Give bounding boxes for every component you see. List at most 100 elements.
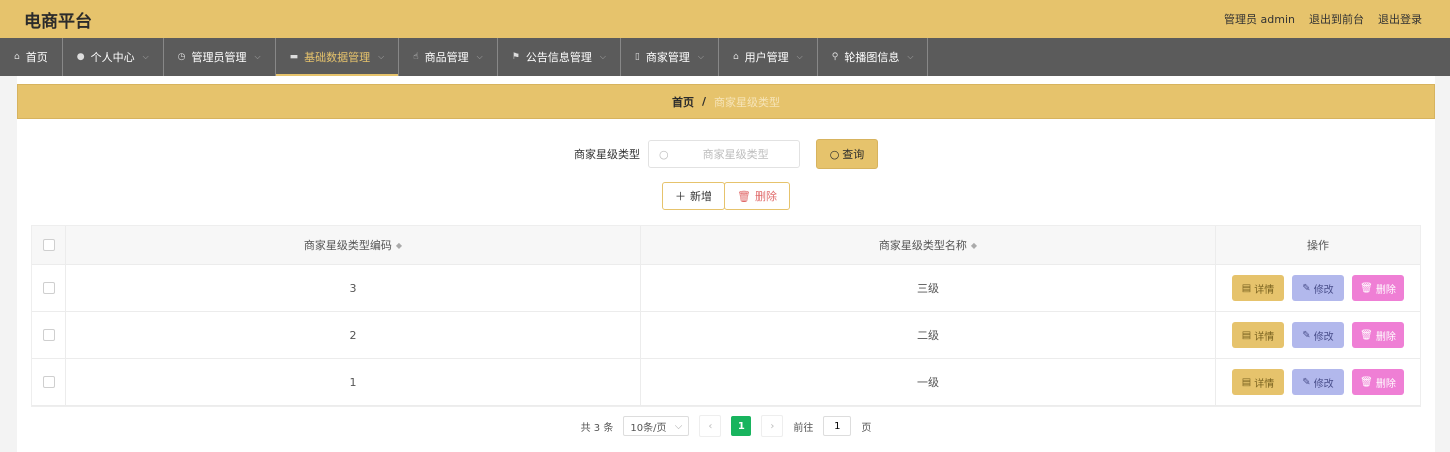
nav-merchant[interactable]: ▯ 商家管理 ⌵: [621, 38, 719, 76]
row-checkbox-cell: [32, 359, 66, 405]
nav-carousel[interactable]: ⚲ 轮播图信息 ⌵: [818, 38, 929, 76]
top-header: 电商平台 管理员 admin 退出到前台 退出登录: [0, 0, 1450, 38]
data-table: 商家星级类型编码 ◆ 商家星级类型名称 ◆ 操作 3 三级 ▤ 详情 ✎ 修改 🗑 删…: [31, 225, 1421, 407]
row-code: 2: [66, 312, 641, 358]
edit-button[interactable]: ✎ 修改: [1292, 322, 1344, 348]
delete-button[interactable]: 🗑 删除: [1352, 275, 1404, 301]
row-code: 1: [66, 359, 641, 405]
nav-base-data[interactable]: ▬ 基础数据管理 ⌵: [275, 38, 400, 76]
exit-to-front-link[interactable]: 退出到前台: [1309, 11, 1364, 27]
goto-suffix: 页: [861, 422, 872, 434]
breadcrumb-current: 商家星级类型: [714, 95, 781, 109]
chevron-down-icon: ⌵: [142, 52, 149, 61]
search-field[interactable]: ○: [648, 140, 800, 168]
row-checkbox[interactable]: [42, 376, 55, 388]
chevron-down-icon: ⌵: [796, 52, 803, 61]
detail-label: 详情: [1254, 284, 1275, 296]
trash-icon: 🗑: [1360, 282, 1373, 294]
pin-icon: ⚲: [831, 52, 839, 62]
detail-label: 详情: [1254, 378, 1275, 390]
header-name[interactable]: 商家星级类型名称 ◆: [641, 226, 1216, 264]
nav-label: 商品管理: [424, 51, 469, 64]
delete-button[interactable]: 🗑 删除: [1352, 369, 1404, 395]
detail-label: 详情: [1254, 331, 1275, 343]
user-links: 管理员 admin 退出到前台 退出登录: [1224, 11, 1422, 27]
nav-admin[interactable]: ◷ 管理员管理 ⌵: [164, 38, 276, 76]
nav-label: 公告信息管理: [525, 51, 592, 64]
breadcrumb-home[interactable]: 首页: [672, 94, 694, 110]
app-title: 电商平台: [24, 11, 92, 32]
row-actions: ▤ 详情 ✎ 修改 🗑 删除: [1216, 265, 1420, 311]
document-icon: ▤: [1241, 282, 1252, 294]
search-label: 商家星级类型: [574, 148, 640, 161]
row-checkbox[interactable]: [42, 329, 55, 341]
trash-icon: 🗑: [737, 189, 751, 203]
edit-button[interactable]: ✎ 修改: [1292, 275, 1344, 301]
edit-label: 修改: [1313, 331, 1334, 343]
chevron-down-icon: ⌵: [674, 420, 683, 432]
select-all-checkbox[interactable]: [42, 239, 55, 251]
bulk-actions: ＋ 新增 🗑 删除: [17, 182, 1435, 210]
query-button[interactable]: ○ 查询: [816, 139, 878, 169]
nav-label: 用户管理: [744, 51, 789, 64]
edit-button[interactable]: ✎ 修改: [1292, 369, 1344, 395]
total-count: 共 3 条: [580, 422, 614, 434]
pencil-icon: ✎: [1302, 282, 1311, 294]
delete-label: 删除: [754, 190, 777, 203]
delete-button[interactable]: 🗑 删除: [1352, 322, 1404, 348]
page-size-select[interactable]: 10条/页 ⌵: [623, 416, 690, 436]
chevron-down-icon: ⌵: [599, 52, 606, 61]
header-op-label: 操作: [1307, 239, 1329, 252]
header-code[interactable]: 商家星级类型编码 ◆: [66, 226, 641, 264]
row-checkbox-cell: [32, 265, 66, 311]
nav-label: 轮播图信息: [844, 51, 900, 64]
detail-button[interactable]: ▤ 详情: [1232, 369, 1284, 395]
bulk-delete-button[interactable]: 🗑 删除: [724, 182, 790, 210]
chevron-down-icon: ⌵: [254, 52, 261, 61]
prev-page-button[interactable]: ‹: [699, 415, 722, 437]
home-icon: ⌂: [14, 52, 20, 62]
chevron-down-icon: ⌵: [378, 52, 385, 61]
row-actions: ▤ 详情 ✎ 修改 🗑 删除: [1216, 312, 1420, 358]
header-op: 操作: [1216, 226, 1420, 264]
chevron-down-icon: ⌵: [907, 52, 914, 61]
flag-icon: ⚑: [511, 52, 520, 62]
nav-home[interactable]: ⌂ 首页: [0, 38, 63, 76]
logout-link[interactable]: 退出登录: [1378, 11, 1422, 27]
nav-label: 首页: [25, 51, 48, 64]
row-checkbox[interactable]: [42, 282, 55, 294]
nav-notice[interactable]: ⚑ 公告信息管理 ⌵: [498, 38, 621, 76]
search-bar: 商家星级类型 ○ ○ 查询: [17, 139, 1435, 169]
goto-page-input[interactable]: [823, 416, 852, 436]
breadcrumb: 首页 / 商家星级类型: [17, 84, 1435, 119]
nav-goods[interactable]: ☝ 商品管理 ⌵: [399, 38, 498, 76]
edit-label: 修改: [1313, 284, 1334, 296]
row-code: 3: [66, 265, 641, 311]
next-page-button[interactable]: ›: [761, 415, 784, 437]
delete-label: 删除: [1375, 331, 1396, 343]
sort-icon: ◆: [395, 240, 403, 250]
table-row: 3 三级 ▤ 详情 ✎ 修改 🗑 删除: [32, 265, 1420, 312]
nav-profile[interactable]: ● 个人中心 ⌵: [63, 38, 164, 76]
nav-label: 基础数据管理: [304, 51, 371, 64]
detail-button[interactable]: ▤ 详情: [1232, 322, 1284, 348]
main-nav: ⌂ 首页 ● 个人中心 ⌵ ◷ 管理员管理 ⌵ ▬ 基础数据管理 ⌵ ☝ 商品管…: [0, 38, 1450, 76]
detail-button[interactable]: ▤ 详情: [1232, 275, 1284, 301]
search-icon: ○: [829, 147, 840, 161]
search-input[interactable]: [678, 146, 793, 162]
phone-icon: ▯: [634, 52, 640, 62]
bank-icon: ⌂: [732, 52, 739, 62]
chevron-down-icon: ⌵: [697, 52, 704, 61]
trash-icon: 🗑: [1360, 376, 1373, 388]
page-number-current[interactable]: 1: [731, 416, 752, 436]
nav-label: 管理员管理: [191, 51, 247, 64]
sort-icon: ◆: [970, 240, 978, 250]
add-button[interactable]: ＋ 新增: [662, 182, 726, 210]
row-actions: ▤ 详情 ✎ 修改 🗑 删除: [1216, 359, 1420, 405]
breadcrumb-separator: /: [701, 95, 707, 108]
person-icon: ●: [76, 52, 85, 62]
nav-users[interactable]: ⌂ 用户管理 ⌵: [719, 38, 818, 76]
main-content: 首页 / 商家星级类型 商家星级类型 ○ ○ 查询 ＋ 新增 🗑 删除: [17, 76, 1435, 452]
thumb-icon: ☝: [413, 52, 419, 62]
delete-label: 删除: [1375, 284, 1396, 296]
